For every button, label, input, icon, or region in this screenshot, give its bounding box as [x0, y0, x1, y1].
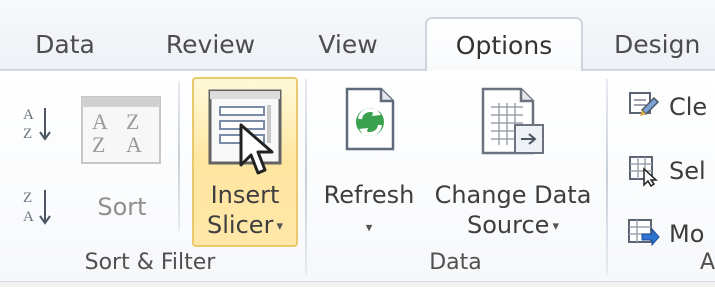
insert-slicer-line2: Slicer: [207, 211, 274, 239]
divider: [178, 81, 180, 231]
refresh-button[interactable]: Refresh ▾: [317, 79, 421, 245]
select-icon: [629, 156, 658, 187]
ribbon-bottom-edge: [0, 282, 715, 287]
tab-label: Design: [614, 29, 701, 59]
tab-label: View: [318, 29, 378, 59]
ribbon-screenshot: Data Review View Options Design A Z Z A …: [0, 0, 715, 287]
change-data-source-line1: Change Data: [434, 181, 592, 209]
svg-text:Z: Z: [23, 126, 32, 142]
group-label-sort-filter: Sort & Filter: [84, 250, 216, 275]
chevron-down-icon: ▾: [552, 218, 559, 234]
refresh-label: Refresh: [323, 181, 415, 209]
tab-label: Options: [455, 30, 553, 60]
tab-label: Review: [165, 29, 256, 59]
actions-group: Cle Sel Mo A: [608, 71, 715, 281]
svg-text:Z: Z: [126, 109, 139, 134]
move-pivot-button[interactable]: Mo: [626, 216, 715, 254]
insert-slicer-line1: Insert: [210, 181, 280, 209]
tab-review[interactable]: Review: [158, 18, 263, 70]
svg-text:Z: Z: [92, 132, 105, 157]
select-button[interactable]: Sel: [626, 153, 715, 191]
insert-slicer-button[interactable]: Insert Slicer ▾: [192, 77, 298, 247]
refresh-icon: [345, 87, 395, 151]
change-data-source-line2: Source: [467, 211, 550, 239]
change-data-source-button[interactable]: Change Data Source ▾: [423, 79, 603, 245]
refresh-dropdown-arrow: ▾: [317, 213, 421, 241]
svg-text:A: A: [23, 209, 34, 225]
clear-icon: [629, 92, 660, 116]
move-label: Mo: [669, 220, 705, 248]
insert-slicer-line2-wrap: Slicer ▾: [194, 211, 296, 239]
tab-view[interactable]: View: [311, 18, 385, 70]
sort-dialog-icon: A Z Z A: [81, 96, 161, 164]
tab-options[interactable]: Options: [425, 17, 583, 71]
sort-button[interactable]: A Z Z A Sort: [76, 91, 168, 223]
move-pivot-icon: [628, 219, 660, 247]
sort-label: Sort: [97, 193, 147, 221]
change-data-source-icon: [481, 87, 544, 155]
cursor-icon: [239, 123, 274, 175]
svg-text:A: A: [92, 109, 108, 134]
group-label-actions: A: [699, 250, 715, 275]
group-label-data: Data: [429, 250, 482, 275]
svg-text:A: A: [23, 107, 34, 123]
tab-label: Data: [35, 29, 95, 59]
ribbon-panel: A Z Z A A Z Z A Sort Insert Slicer ▾ Sor…: [0, 70, 715, 282]
svg-text:Z: Z: [23, 190, 32, 206]
sort-za-button[interactable]: Z A: [18, 183, 56, 231]
clear-button[interactable]: Cle: [626, 89, 715, 127]
sort-filter-group: A Z Z A A Z Z A Sort Insert Slicer ▾ Sor…: [0, 71, 300, 281]
tab-data[interactable]: Data: [30, 18, 100, 70]
sort-az-icon: A Z: [23, 107, 51, 142]
tab-design[interactable]: Design: [614, 18, 715, 70]
change-data-source-line2-wrap: Source ▾: [423, 211, 603, 239]
ribbon-tab-bar: Data Review View Options Design: [0, 0, 715, 71]
svg-text:A: A: [126, 132, 142, 157]
data-group: Refresh ▾ Change Data Source ▾ Data: [307, 71, 604, 281]
select-label: Sel: [669, 157, 706, 185]
sort-za-icon: Z A: [23, 190, 51, 225]
chevron-down-icon: ▾: [276, 218, 283, 234]
sort-az-button[interactable]: A Z: [18, 101, 56, 147]
clear-label: Cle: [669, 93, 708, 121]
chevron-down-icon: ▾: [365, 220, 373, 236]
